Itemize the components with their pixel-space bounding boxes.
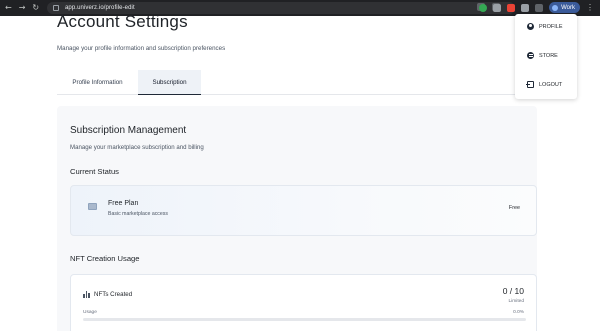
usage-progress-bar — [83, 318, 526, 321]
profile-chip-label: Work — [561, 4, 575, 11]
tab-subscription[interactable]: Subscription — [138, 70, 201, 95]
menu-item-label: STORE — [539, 52, 558, 59]
extension-icon[interactable] — [493, 3, 502, 12]
extension-shield-icon[interactable] — [479, 3, 488, 12]
page-subtitle: Manage your profile information and subs… — [57, 45, 226, 52]
back-icon[interactable]: ← — [5, 4, 12, 12]
extension-red-icon[interactable] — [507, 3, 516, 12]
menu-item-logout[interactable]: LOGOUT — [526, 81, 563, 88]
browser-extensions: Work ⋮ — [479, 2, 594, 13]
plan-badge: Free — [508, 205, 520, 211]
profile-chip[interactable]: Work — [549, 2, 580, 13]
tab-profile-information[interactable]: Profile Information — [57, 70, 138, 95]
profile-avatar-icon — [552, 4, 559, 11]
menu-item-label: PROFILE — [539, 23, 563, 30]
page-title: Account Settings — [57, 12, 188, 31]
forward-icon[interactable]: → — [19, 4, 26, 12]
sidepanel-icon[interactable] — [535, 3, 544, 12]
plan-description: Basic marketplace access — [108, 211, 168, 217]
menu-item-label: LOGOUT — [539, 81, 563, 88]
current-status-heading: Current Status — [70, 167, 119, 176]
nft-created-label: NFTs Created — [94, 291, 133, 298]
bar-chart-icon — [83, 291, 91, 298]
usage-label: Usage — [83, 310, 97, 315]
site-info-icon[interactable] — [53, 5, 59, 11]
subscription-panel: Subscription Management Manage your mark… — [57, 106, 537, 331]
usage-heading: NFT Creation Usage — [70, 254, 140, 263]
menu-item-store[interactable]: STORE — [527, 52, 558, 59]
plan-name: Free Plan — [108, 200, 139, 207]
browser-menu-icon[interactable]: ⋮ — [586, 3, 594, 12]
store-icon — [527, 52, 534, 59]
nft-usage-card: NFTs Created 0 / 10 Limited Usage 0.0% — [70, 274, 537, 331]
plan-card: Free Plan Basic marketplace access Free — [70, 185, 537, 236]
profile-dropdown-menu: PROFILE STORE LOGOUT — [515, 14, 577, 99]
subscription-title: Subscription Management — [70, 125, 187, 136]
menu-item-profile[interactable]: PROFILE — [527, 23, 563, 30]
nft-limit-label: Limited — [508, 299, 524, 304]
reload-icon[interactable]: ↻ — [32, 4, 39, 12]
extensions-puzzle-icon[interactable] — [521, 3, 530, 12]
subscription-subtitle: Manage your marketplace subscription and… — [70, 144, 204, 151]
logout-icon — [526, 81, 534, 88]
url-text: app.univerz.io/profile-edit — [65, 5, 135, 11]
plan-icon — [88, 203, 97, 210]
user-circle-icon — [527, 23, 534, 30]
usage-percent: 0.0% — [513, 310, 524, 315]
nft-count: 0 / 10 — [502, 286, 524, 296]
settings-tabs: Profile Information Subscription — [57, 70, 537, 95]
